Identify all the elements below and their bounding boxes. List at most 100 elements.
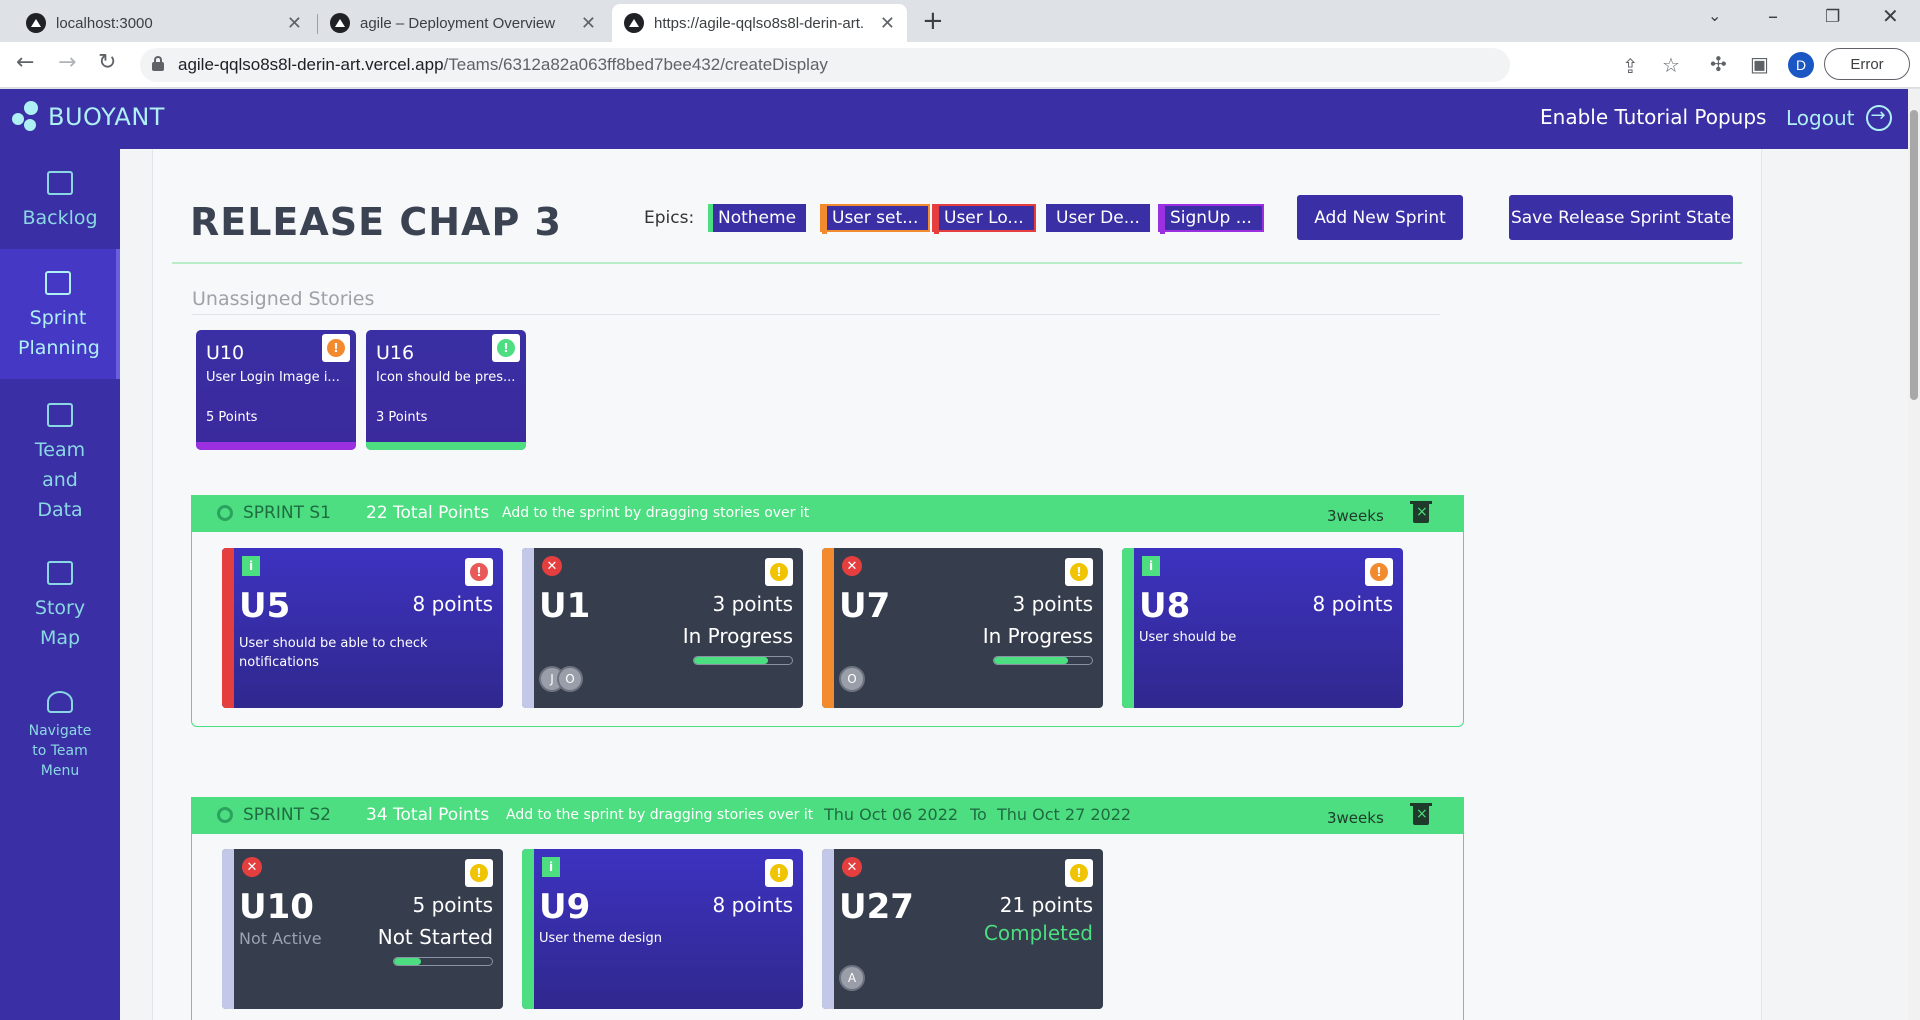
story-points: 21 points [999,893,1093,917]
sprint-total-points: 34 Total Points [366,805,490,825]
logout-button[interactable]: Logout [1786,105,1893,131]
avatar[interactable]: O [839,666,865,692]
epic-edge [222,548,234,708]
sidebar-item-team-data[interactable]: Team and Data [0,403,120,525]
info-icon: i [542,857,560,877]
extensions-icon[interactable]: ✣ [1710,52,1727,76]
progress-bar [993,656,1093,665]
sprint-story-card[interactable]: ✕ ! U10 Not Active 5 points Not Started [222,849,503,1009]
story-description: User should be [1139,630,1237,645]
forward-icon[interactable]: → [58,50,76,75]
epic-tag[interactable]: User De... [1046,204,1150,232]
side-panel-icon[interactable]: ▣ [1750,52,1769,76]
profile-avatar[interactable]: D [1788,52,1814,78]
restore-icon[interactable]: ❐ [1825,7,1840,27]
browser-tab-localhost[interactable]: localhost:3000 ✕ [14,4,314,42]
story-id: U8 [1139,586,1191,626]
sidebar-item-team-menu[interactable]: Navigate to Team Menu [0,691,120,781]
priority-badge: ! [1365,558,1393,586]
reload-icon[interactable]: ↻ [98,50,116,75]
sprint-story-card[interactable]: ✕ ! U27 21 points Completed A [822,849,1103,1009]
delete-sprint-icon[interactable] [1410,803,1432,825]
epic-tag[interactable]: SignUp ... [1158,204,1264,234]
new-tab-icon[interactable]: + [922,6,944,36]
tab-close-icon[interactable]: ✕ [880,13,895,34]
tab-close-icon[interactable]: ✕ [287,13,302,34]
release-title: RELEASE CHAP 3 [190,200,562,244]
avatar[interactable]: A [839,965,865,991]
unassigned-stories-title: Unassigned Stories [192,288,375,310]
epic-color-bar [196,442,356,450]
address-bar[interactable]: agile-qqlso8s8l-derin-art.vercel.app/Tea… [140,48,1680,82]
epic-label: Notheme [718,208,797,228]
add-new-sprint-button[interactable]: Add New Sprint [1297,195,1463,240]
warning-icon: ! [770,563,788,581]
sprint-duration[interactable]: 3weeks [1327,809,1384,827]
close-window-icon[interactable]: ✕ [1882,4,1899,28]
progress-bar [693,656,793,665]
avatar[interactable]: O [557,666,583,692]
priority-badge: ! [1065,558,1093,586]
epic-tag[interactable]: User set... [820,204,931,234]
save-release-sprint-state-button[interactable]: Save Release Sprint State [1509,195,1733,240]
url-text[interactable]: agile-qqlso8s8l-derin-art.vercel.app/Tea… [178,55,828,75]
sidebar-item-sprint-planning[interactable]: Sprint Planning [0,249,120,379]
logo-dots-icon [12,101,44,133]
blocked-icon: ✕ [542,556,562,576]
browser-tab-bar: localhost:3000 ✕ agile – Deployment Over… [0,0,1920,42]
enable-tutorial-link[interactable]: Enable Tutorial Popups [1540,105,1766,129]
sprint-name: SPRINT S1 [243,503,331,523]
scrollbar-thumb[interactable] [1910,110,1918,400]
tab-close-icon[interactable]: ✕ [581,13,596,34]
epic-tag[interactable]: Notheme [708,204,807,232]
vercel-favicon-icon [624,13,644,33]
warning-icon: ! [1070,864,1088,882]
sprint-story-card[interactable]: ✕ ! U1 3 points In Progress J O [522,548,803,708]
sprint-name: SPRINT S2 [243,805,331,825]
sidebar-item-label: Navigate to Team Menu [28,723,92,779]
epic-edge [222,849,234,1009]
sprint-story-card[interactable]: i ! U5 8 points User should be able to c… [222,548,503,708]
story-card[interactable]: U16 ! Icon should be pres... 3 Points [366,330,526,450]
lock-icon [152,56,164,71]
tab-search-icon[interactable]: ⌄ [1708,6,1721,25]
epic-edge [522,548,534,708]
browser-tab-deployment[interactable]: agile – Deployment Overview ✕ [318,4,608,42]
story-points: 3 points [712,592,793,616]
story-id: U10 [239,887,314,927]
priority-badge: ! [465,859,493,887]
story-points: 8 points [1312,592,1393,616]
sidebar-item-story-map[interactable]: Story Map [0,561,120,653]
bookmark-star-icon[interactable]: ☆ [1662,53,1680,77]
app-header: BUOYANT Enable Tutorial Popups Logout [0,89,1908,149]
logout-icon [1866,105,1893,131]
epic-tag[interactable]: User Lo... [932,204,1036,234]
story-id: U5 [239,586,291,626]
back-icon[interactable]: ← [16,50,34,75]
share-icon[interactable]: ⇪ [1622,54,1639,78]
sprint-duration[interactable]: 3weeks [1327,507,1384,525]
sidebar-item-label: Team and Data [34,439,86,521]
sprint-story-card[interactable]: ✕ ! U7 3 points In Progress O [822,548,1103,708]
delete-sprint-icon[interactable] [1410,501,1432,523]
buoyant-logo[interactable]: BUOYANT [12,101,165,133]
epic-label: User De... [1056,208,1140,228]
sidebar-item-backlog[interactable]: Backlog [0,171,120,233]
sprint-header[interactable]: SPRINT S1 22 Total Points Add to the spr… [191,495,1464,532]
story-points: 5 points [412,893,493,917]
error-chip[interactable]: Error [1824,48,1910,80]
tab-title: localhost:3000 [56,14,153,32]
sprint-story-card[interactable]: i ! U9 8 points User theme design [522,849,803,1009]
sprint-header[interactable]: SPRINT S2 34 Total Points Add to the spr… [191,797,1464,834]
minimize-icon[interactable]: – [1768,4,1778,28]
blocked-icon: ✕ [242,857,262,877]
sprint-story-card[interactable]: i ! U8 8 points User should be [1122,548,1403,708]
story-id: U16 [376,342,415,364]
story-description: Icon should be pres... [376,370,516,385]
warning-icon: ! [497,339,515,357]
story-status: In Progress [982,624,1093,648]
logo-text: BUOYANT [48,103,165,131]
priority-badge: ! [322,334,350,362]
browser-tab-active[interactable]: https://agile-qqlso8s8l-derin-art. ✕ [612,4,907,42]
story-card[interactable]: U10 ! User Login Image i... 5 Points [196,330,356,450]
